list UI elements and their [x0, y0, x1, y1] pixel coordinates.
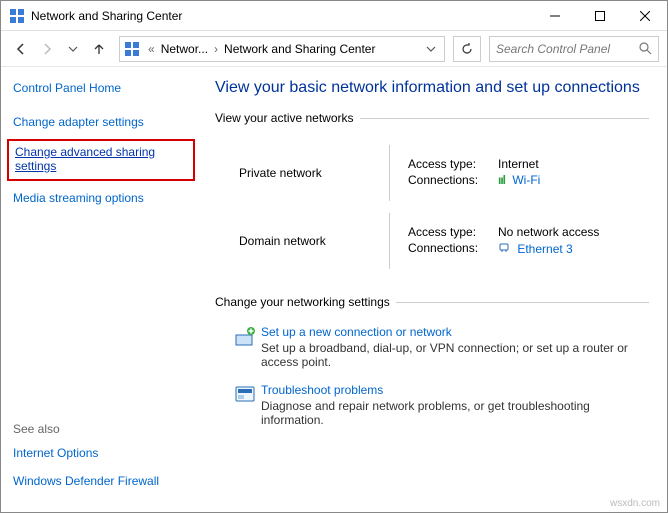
ethernet-icon: [498, 242, 513, 256]
setup-connection-link[interactable]: Set up a new connection or network: [261, 325, 452, 339]
search-icon: [639, 42, 652, 55]
sidebar-change-adapter[interactable]: Change adapter settings: [13, 115, 144, 129]
breadcrumb[interactable]: « Networ... › Network and Sharing Center: [119, 36, 445, 62]
change-settings-group: Change your networking settings Set up a…: [215, 295, 649, 445]
recent-locations-button[interactable]: [61, 37, 85, 61]
wifi-icon: ııl: [498, 173, 505, 187]
access-type-label: Access type:: [408, 225, 498, 239]
connection-wifi-link[interactable]: Wi-Fi: [512, 173, 540, 187]
connections-label: Connections:: [408, 173, 498, 187]
setup-connection-icon: [229, 325, 261, 369]
minimize-button[interactable]: [532, 1, 577, 31]
setup-connection-desc: Set up a broadband, dial-up, or VPN conn…: [261, 341, 628, 369]
breadcrumb-icon: [124, 41, 140, 57]
sidebar-media-streaming[interactable]: Media streaming options: [13, 191, 144, 205]
page-heading: View your basic network information and …: [215, 79, 649, 97]
connection-ethernet-link[interactable]: Ethernet 3: [517, 242, 572, 256]
sidebar: Control Panel Home Change adapter settin…: [1, 67, 201, 512]
active-networks-group: View your active networks Private networ…: [215, 111, 649, 285]
sidebar-control-panel-home[interactable]: Control Panel Home: [13, 81, 121, 95]
maximize-button[interactable]: [577, 1, 622, 31]
highlight-box: Change advanced sharing settings: [7, 139, 195, 181]
troubleshoot-desc: Diagnose and repair network problems, or…: [261, 399, 590, 427]
active-networks-legend: View your active networks: [215, 111, 360, 125]
forward-button[interactable]: [35, 37, 59, 61]
search-placeholder: Search Control Panel: [496, 42, 610, 56]
sidebar-change-advanced-sharing[interactable]: Change advanced sharing settings: [15, 145, 155, 173]
change-settings-legend: Change your networking settings: [215, 295, 396, 309]
troubleshoot-icon: [229, 383, 261, 427]
app-icon: [9, 8, 25, 24]
network-row-domain: Domain network Access type: No network a…: [229, 213, 649, 269]
see-also-heading: See also: [13, 422, 189, 436]
titlebar: Network and Sharing Center: [1, 1, 667, 31]
access-type-value: No network access: [498, 225, 599, 239]
window-title: Network and Sharing Center: [31, 9, 182, 23]
access-type-label: Access type:: [408, 157, 498, 171]
sidebar-internet-options[interactable]: Internet Options: [13, 446, 98, 460]
close-button[interactable]: [622, 1, 667, 31]
refresh-button[interactable]: [453, 36, 481, 62]
network-name: Domain network: [229, 234, 379, 248]
main-content: View your basic network information and …: [201, 67, 667, 512]
up-button[interactable]: [87, 37, 111, 61]
sidebar-firewall[interactable]: Windows Defender Firewall: [13, 474, 159, 488]
breadcrumb-item-network[interactable]: Networ...: [159, 42, 210, 56]
setup-connection-item: Set up a new connection or network Set u…: [229, 325, 649, 369]
divider: [389, 145, 390, 201]
troubleshoot-item: Troubleshoot problems Diagnose and repai…: [229, 383, 649, 427]
breadcrumb-item-sharing-center[interactable]: Network and Sharing Center: [222, 42, 377, 56]
network-name: Private network: [229, 166, 379, 180]
breadcrumb-dropdown[interactable]: [420, 44, 442, 54]
search-input[interactable]: Search Control Panel: [489, 36, 659, 62]
watermark: wsxdn.com: [610, 498, 660, 509]
connections-label: Connections:: [408, 241, 498, 256]
divider: [389, 213, 390, 269]
access-type-value: Internet: [498, 157, 539, 171]
back-button[interactable]: [9, 37, 33, 61]
troubleshoot-link[interactable]: Troubleshoot problems: [261, 383, 383, 397]
network-row-private: Private network Access type: Internet Co…: [229, 145, 649, 201]
navbar: « Networ... › Network and Sharing Center…: [1, 31, 667, 67]
chevron-right-icon[interactable]: ›: [210, 42, 222, 56]
chevron-right-icon[interactable]: «: [144, 42, 159, 56]
